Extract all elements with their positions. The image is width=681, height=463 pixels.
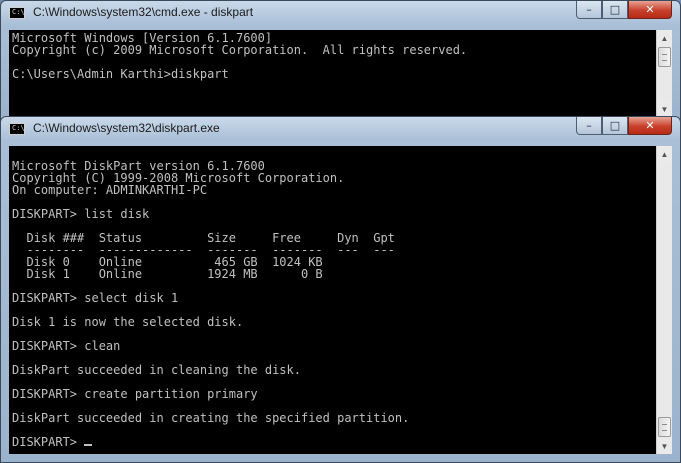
console-line: Disk 1 is now the selected disk. <box>12 315 244 329</box>
console-line: DISKPART> clean <box>12 339 121 353</box>
cmd-icon: C:\ <box>9 123 25 135</box>
minimize-button[interactable]: – <box>576 117 602 135</box>
console-area[interactable]: Microsoft Windows [Version 6.1.7600] Cop… <box>9 30 656 117</box>
window-title: C:\Windows\system32\cmd.exe - diskpart <box>33 5 254 19</box>
console-output: Microsoft DiskPart version 6.1.7600 Copy… <box>9 146 656 448</box>
scroll-thumb[interactable] <box>658 47 671 67</box>
console-line: DiskPart succeeded in cleaning the disk. <box>12 363 301 377</box>
text-cursor <box>84 444 93 446</box>
cmd-window[interactable]: C:\ C:\Windows\system32\cmd.exe - diskpa… <box>0 0 681 122</box>
scroll-down-button[interactable]: ▼ <box>657 438 672 454</box>
title-bar[interactable]: C:\ C:\Windows\system32\diskpart.exe – □… <box>1 117 680 141</box>
console-line: Disk 1 Online 1924 MB 0 B <box>12 267 323 281</box>
scroll-down-button[interactable]: ▼ <box>657 101 672 117</box>
maximize-button[interactable]: □ <box>602 117 628 135</box>
cmd-icon: C:\ <box>9 7 25 19</box>
window-controls: – □ ✕ <box>576 117 672 135</box>
console-line: DISKPART> list disk <box>12 207 150 221</box>
diskpart-window[interactable]: C:\ C:\Windows\system32\diskpart.exe – □… <box>0 116 681 463</box>
maximize-button[interactable]: □ <box>602 1 628 19</box>
scroll-up-button[interactable]: ▲ <box>657 146 672 162</box>
scroll-thumb[interactable] <box>658 417 671 437</box>
window-title: C:\Windows\system32\diskpart.exe <box>33 121 220 135</box>
console-line: DiskPart succeeded in creating the speci… <box>12 411 410 425</box>
console-output: Microsoft Windows [Version 6.1.7600] Cop… <box>9 30 656 80</box>
close-button[interactable]: ✕ <box>628 117 672 135</box>
console-line: DISKPART> <box>12 435 85 449</box>
console-line: Copyright (c) 2009 Microsoft Corporation… <box>12 43 468 57</box>
vertical-scrollbar[interactable]: ▲ ▼ <box>656 30 672 117</box>
console-line: DISKPART> create partition primary <box>12 387 258 401</box>
window-controls: – □ ✕ <box>576 1 672 19</box>
console-line: C:\Users\Admin Karthi>diskpart <box>12 67 229 81</box>
title-bar[interactable]: C:\ C:\Windows\system32\cmd.exe - diskpa… <box>1 1 680 25</box>
console-line: On computer: ADMINKARTHI-PC <box>12 183 208 197</box>
scroll-up-button[interactable]: ▲ <box>657 30 672 46</box>
vertical-scrollbar[interactable]: ▲ ▼ <box>656 146 672 454</box>
minimize-button[interactable]: – <box>576 1 602 19</box>
console-line: DISKPART> select disk 1 <box>12 291 179 305</box>
close-button[interactable]: ✕ <box>628 1 672 19</box>
console-area[interactable]: Microsoft DiskPart version 6.1.7600 Copy… <box>9 146 656 454</box>
